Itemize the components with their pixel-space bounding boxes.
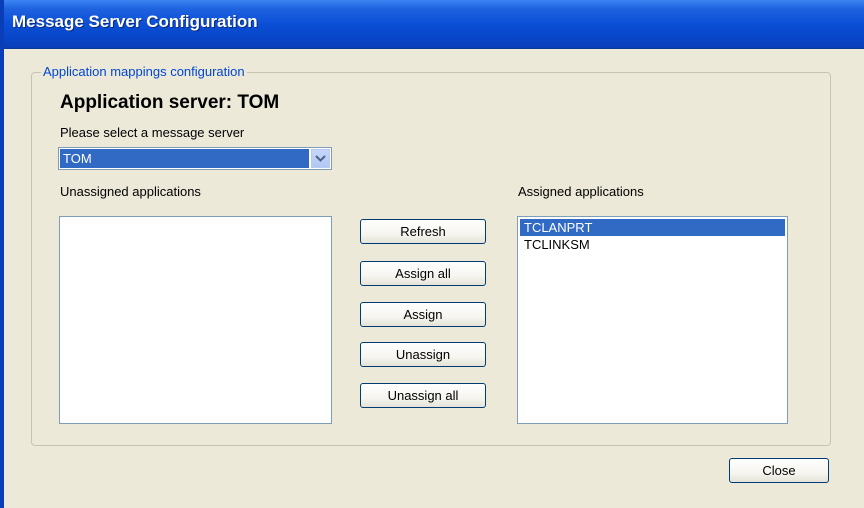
title-bar[interactable]: Message Server Configuration <box>4 0 864 49</box>
unassign-button[interactable]: Unassign <box>360 342 486 367</box>
assigned-list[interactable]: TCLANPRT TCLINKSM <box>517 216 788 424</box>
assign-button[interactable]: Assign <box>360 302 486 327</box>
message-server-value: TOM <box>60 149 309 168</box>
refresh-button[interactable]: Refresh <box>360 219 486 244</box>
close-button[interactable]: Close <box>729 458 829 483</box>
chevron-down-icon <box>315 155 326 162</box>
application-server-heading: Application server: TOM <box>60 92 280 113</box>
list-item[interactable]: TCLINKSM <box>520 236 785 253</box>
assign-all-button[interactable]: Assign all <box>360 261 486 286</box>
select-server-label: Please select a message server <box>60 125 245 140</box>
dropdown-button[interactable] <box>311 149 330 168</box>
unassigned-label: Unassigned applications <box>60 184 201 199</box>
dialog-window: Message Server Configuration Application… <box>0 0 864 508</box>
groupbox-legend: Application mappings configuration <box>41 64 247 79</box>
window-title: Message Server Configuration <box>12 12 258 31</box>
assigned-label: Assigned applications <box>518 184 644 199</box>
unassigned-list[interactable] <box>59 216 332 424</box>
list-item[interactable]: TCLANPRT <box>520 219 785 236</box>
unassign-all-button[interactable]: Unassign all <box>360 383 486 408</box>
message-server-select[interactable]: TOM <box>58 147 332 170</box>
